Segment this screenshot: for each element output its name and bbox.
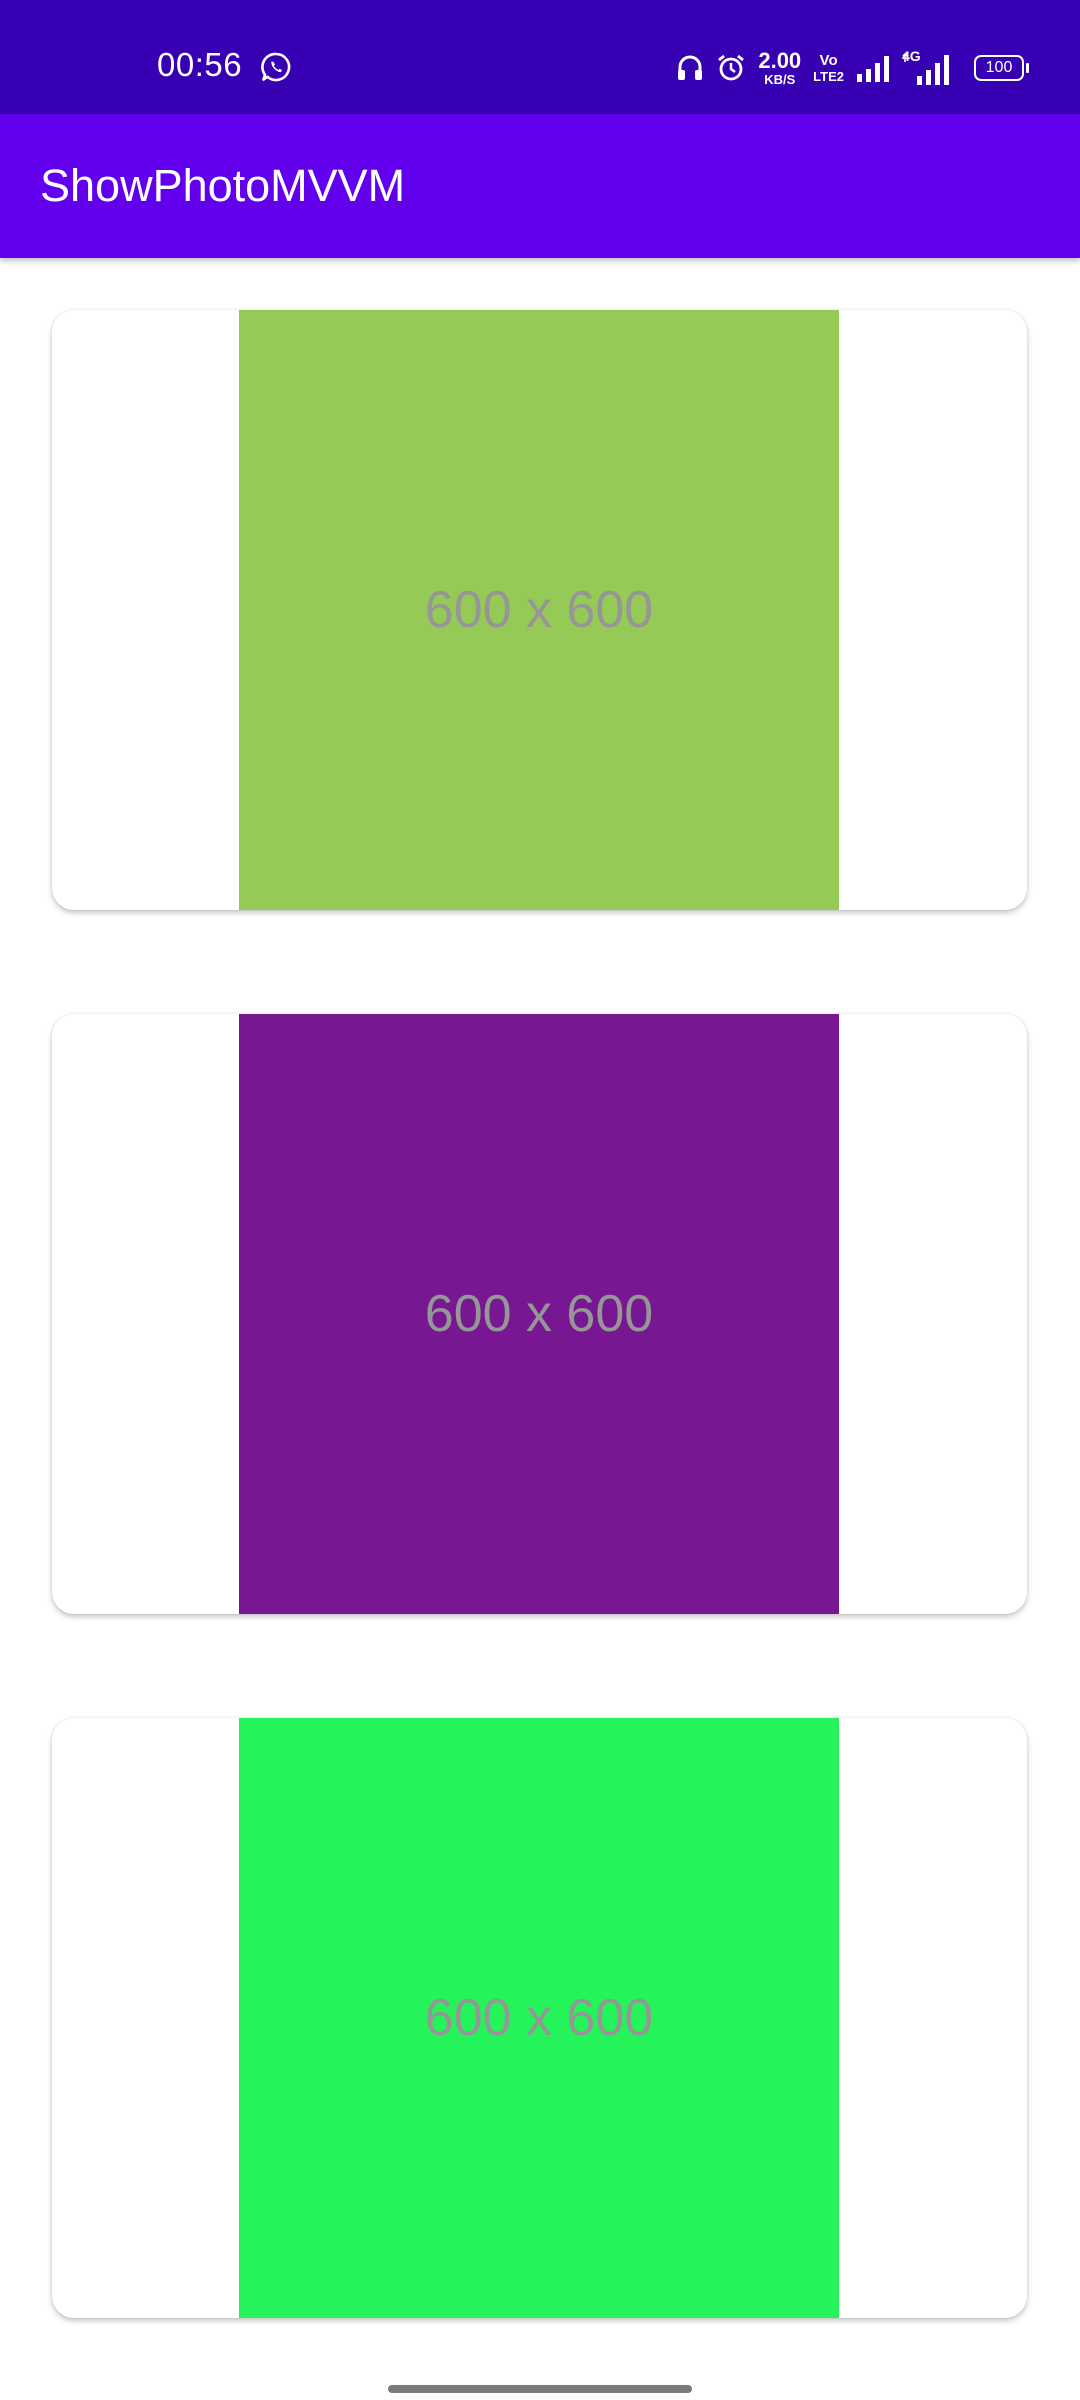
net-speed: 2.00 KB/S [758, 48, 802, 87]
status-time: 00:56 [157, 46, 243, 83]
net-speed-unit: KB/S [764, 72, 796, 87]
status-bar: 00:56 2.00 KB/S Vo LTE2 4G 100 [0, 0, 1080, 114]
volte-badge: Vo LTE2 [813, 53, 844, 83]
photo-placeholder-label: 600 x 600 [424, 1989, 654, 2047]
photo-thumbnail[interactable]: 600 x 600 [239, 1014, 839, 1614]
volte-bottom: LTE2 [813, 69, 844, 84]
photo-thumbnail[interactable]: 600 x 600 [239, 1718, 839, 2318]
photo-card[interactable]: 600 x 600 [52, 1718, 1027, 2318]
headphones-icon [676, 53, 704, 83]
alarm-icon [716, 53, 746, 83]
home-indicator[interactable] [388, 2385, 692, 2393]
whatsapp-icon [260, 51, 292, 83]
app-title: ShowPhotoMVVM [40, 160, 406, 211]
net-speed-value: 2.00 [758, 48, 802, 73]
status-icons: 2.00 KB/S Vo LTE2 4G 100 [676, 44, 1029, 92]
battery-level: 100 [985, 59, 1013, 76]
photo-thumbnail[interactable]: 600 x 600 [239, 310, 839, 910]
volte-top: Vo [819, 52, 838, 69]
photo-placeholder-label: 600 x 600 [424, 581, 654, 639]
signal-icon: 4G [902, 48, 954, 86]
battery-icon: 100 [974, 55, 1029, 81]
photo-card[interactable]: 600 x 600 [52, 1014, 1027, 1614]
photo-card[interactable]: 600 x 600 [52, 310, 1027, 910]
app-bar: ShowPhotoMVVM [0, 114, 1080, 258]
photo-placeholder-label: 600 x 600 [424, 1285, 654, 1343]
signal-icon [856, 53, 890, 83]
